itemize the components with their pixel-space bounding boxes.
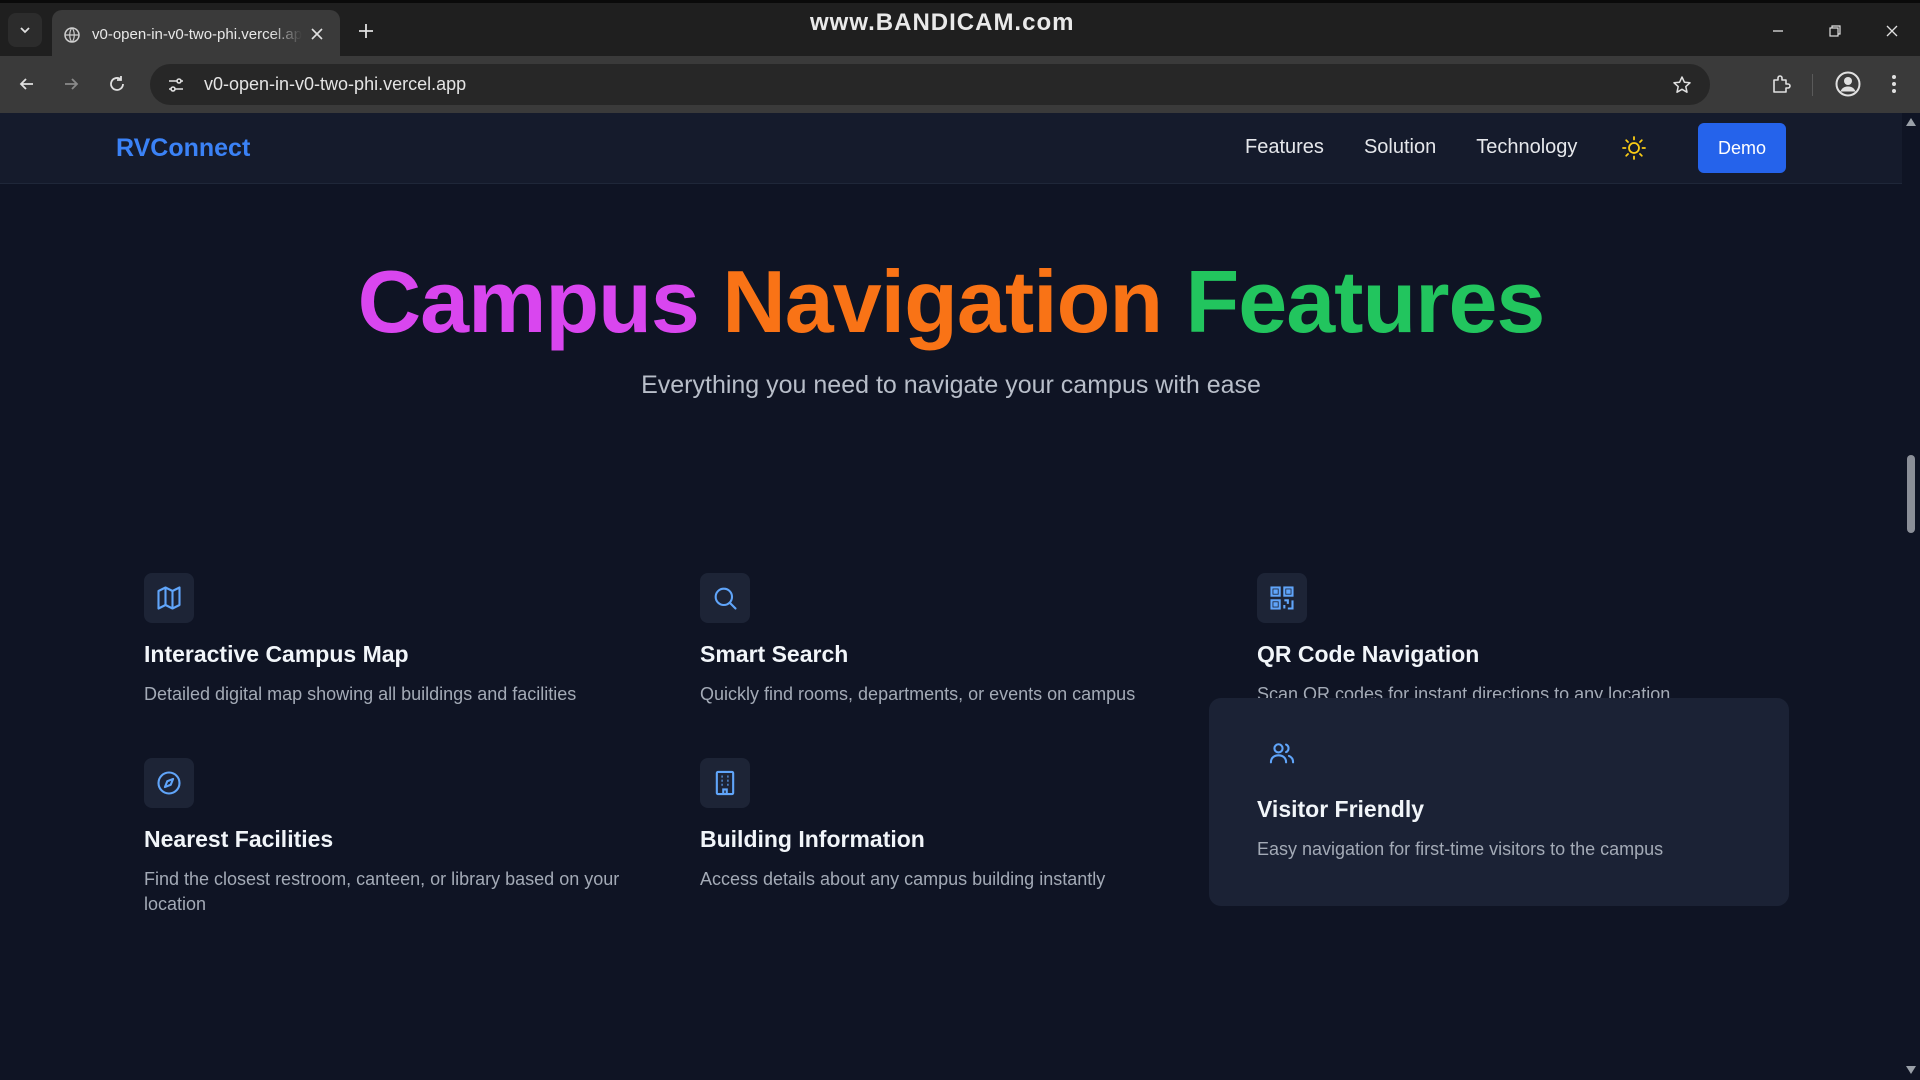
tab-title: v0-open-in-v0-two-phi.vercel.app — [92, 26, 302, 43]
map-icon — [144, 573, 194, 623]
reload-button[interactable] — [102, 69, 132, 99]
close-window-button[interactable] — [1863, 15, 1920, 47]
theme-toggle-button[interactable] — [1620, 134, 1648, 162]
scroll-down-arrow-icon[interactable] — [1906, 1065, 1916, 1075]
feature-card-building-info: Building Information Access details abou… — [676, 728, 1232, 936]
address-bar[interactable]: v0-open-in-v0-two-phi.vercel.app — [150, 64, 1710, 105]
nav-link-technology[interactable]: Technology — [1476, 136, 1577, 159]
feature-description: Quickly find rooms, departments, or even… — [700, 684, 1136, 704]
browser-menu-button[interactable] — [1880, 69, 1908, 99]
minimize-icon — [1772, 30, 1783, 32]
feature-card-visitor-friendly: Visitor Friendly Easy navigation for fir… — [1209, 698, 1789, 906]
site-settings-icon[interactable] — [162, 71, 190, 99]
browser-tab[interactable]: v0-open-in-v0-two-phi.vercel.app — [52, 10, 340, 59]
feature-card-interactive-map: Interactive Campus Map Detailed digital … — [120, 543, 676, 751]
toolbar-divider — [1812, 74, 1813, 96]
bookmark-star-icon[interactable] — [1670, 73, 1694, 97]
feature-title: Nearest Facilities — [144, 826, 334, 852]
feature-description: Detailed digital map showing all buildin… — [144, 684, 577, 704]
avatar-icon — [1835, 71, 1861, 97]
compass-icon — [144, 758, 194, 808]
minimize-button[interactable] — [1749, 15, 1806, 47]
restore-icon — [1828, 25, 1841, 37]
arrow-left-icon — [19, 78, 33, 90]
feature-description: Access details about any campus building… — [700, 869, 1106, 889]
reload-icon — [110, 76, 124, 91]
search-icon — [700, 573, 750, 623]
building-icon — [700, 758, 750, 808]
feature-description: Find the closest restroom, canteen, or l… — [144, 869, 620, 914]
brand-logo[interactable]: RVConnect — [116, 134, 250, 163]
close-tab-icon[interactable] — [308, 25, 326, 43]
feature-title: Building Information — [700, 826, 925, 852]
feature-title: Interactive Campus Map — [144, 641, 409, 667]
sun-icon — [1622, 136, 1646, 160]
back-button[interactable] — [12, 69, 42, 99]
site-header: RVConnect Features Solution Technology D… — [0, 113, 1902, 184]
page-scrollbar[interactable] — [1902, 113, 1920, 1080]
browser-toolbar: v0-open-in-v0-two-phi.vercel.app — [0, 56, 1920, 113]
page-subtitle: Everything you need to navigate your cam… — [641, 371, 1261, 399]
feature-card-smart-search: Smart Search Quickly find rooms, departm… — [676, 543, 1232, 751]
restore-button[interactable] — [1806, 15, 1863, 47]
window-controls — [1749, 15, 1920, 47]
feature-title: Smart Search — [700, 641, 849, 667]
web-page: RVConnect Features Solution Technology D… — [0, 113, 1902, 1080]
tab-search-button[interactable] — [8, 13, 42, 47]
close-icon — [1886, 25, 1897, 37]
feature-title: QR Code Navigation — [1257, 641, 1480, 667]
puzzle-icon — [1773, 75, 1791, 93]
kebab-menu-icon — [1892, 75, 1896, 93]
scrollbar-thumb[interactable] — [1907, 455, 1915, 533]
chevron-down-icon — [20, 27, 30, 34]
features-grid: Interactive Campus Map Detailed digital … — [120, 543, 1790, 933]
plus-icon — [359, 24, 373, 38]
nav-link-solution[interactable]: Solution — [1364, 136, 1436, 159]
scroll-up-arrow-icon[interactable] — [1906, 117, 1916, 127]
qr-code-icon — [1257, 573, 1307, 623]
arrow-right-icon — [65, 78, 79, 90]
extensions-button[interactable] — [1766, 69, 1796, 99]
recording-watermark: www.BANDICAM.com — [810, 9, 1075, 36]
users-icon — [1257, 728, 1307, 778]
demo-button[interactable]: Demo — [1698, 123, 1786, 173]
title-word-features: Features — [1185, 252, 1546, 351]
title-word-navigation: Navigation — [722, 252, 1163, 351]
feature-card-nearest-facilities: Nearest Facilities Find the closest rest… — [120, 728, 676, 936]
main-nav: Features Solution Technology — [1245, 136, 1617, 159]
globe-icon — [62, 25, 82, 45]
new-tab-button[interactable] — [354, 19, 378, 43]
forward-button[interactable] — [56, 69, 86, 99]
browser-tab-strip: v0-open-in-v0-two-phi.vercel.app www.BAN… — [0, 0, 1920, 59]
feature-title: Visitor Friendly — [1257, 796, 1425, 822]
page-title: Campus Navigation Features — [0, 258, 1902, 346]
url-text[interactable]: v0-open-in-v0-two-phi.vercel.app — [204, 74, 466, 95]
nav-link-features[interactable]: Features — [1245, 136, 1324, 159]
title-word-campus: Campus — [357, 252, 700, 351]
profile-button[interactable] — [1832, 68, 1864, 100]
feature-description: Easy navigation for first-time visitors … — [1257, 839, 1664, 859]
